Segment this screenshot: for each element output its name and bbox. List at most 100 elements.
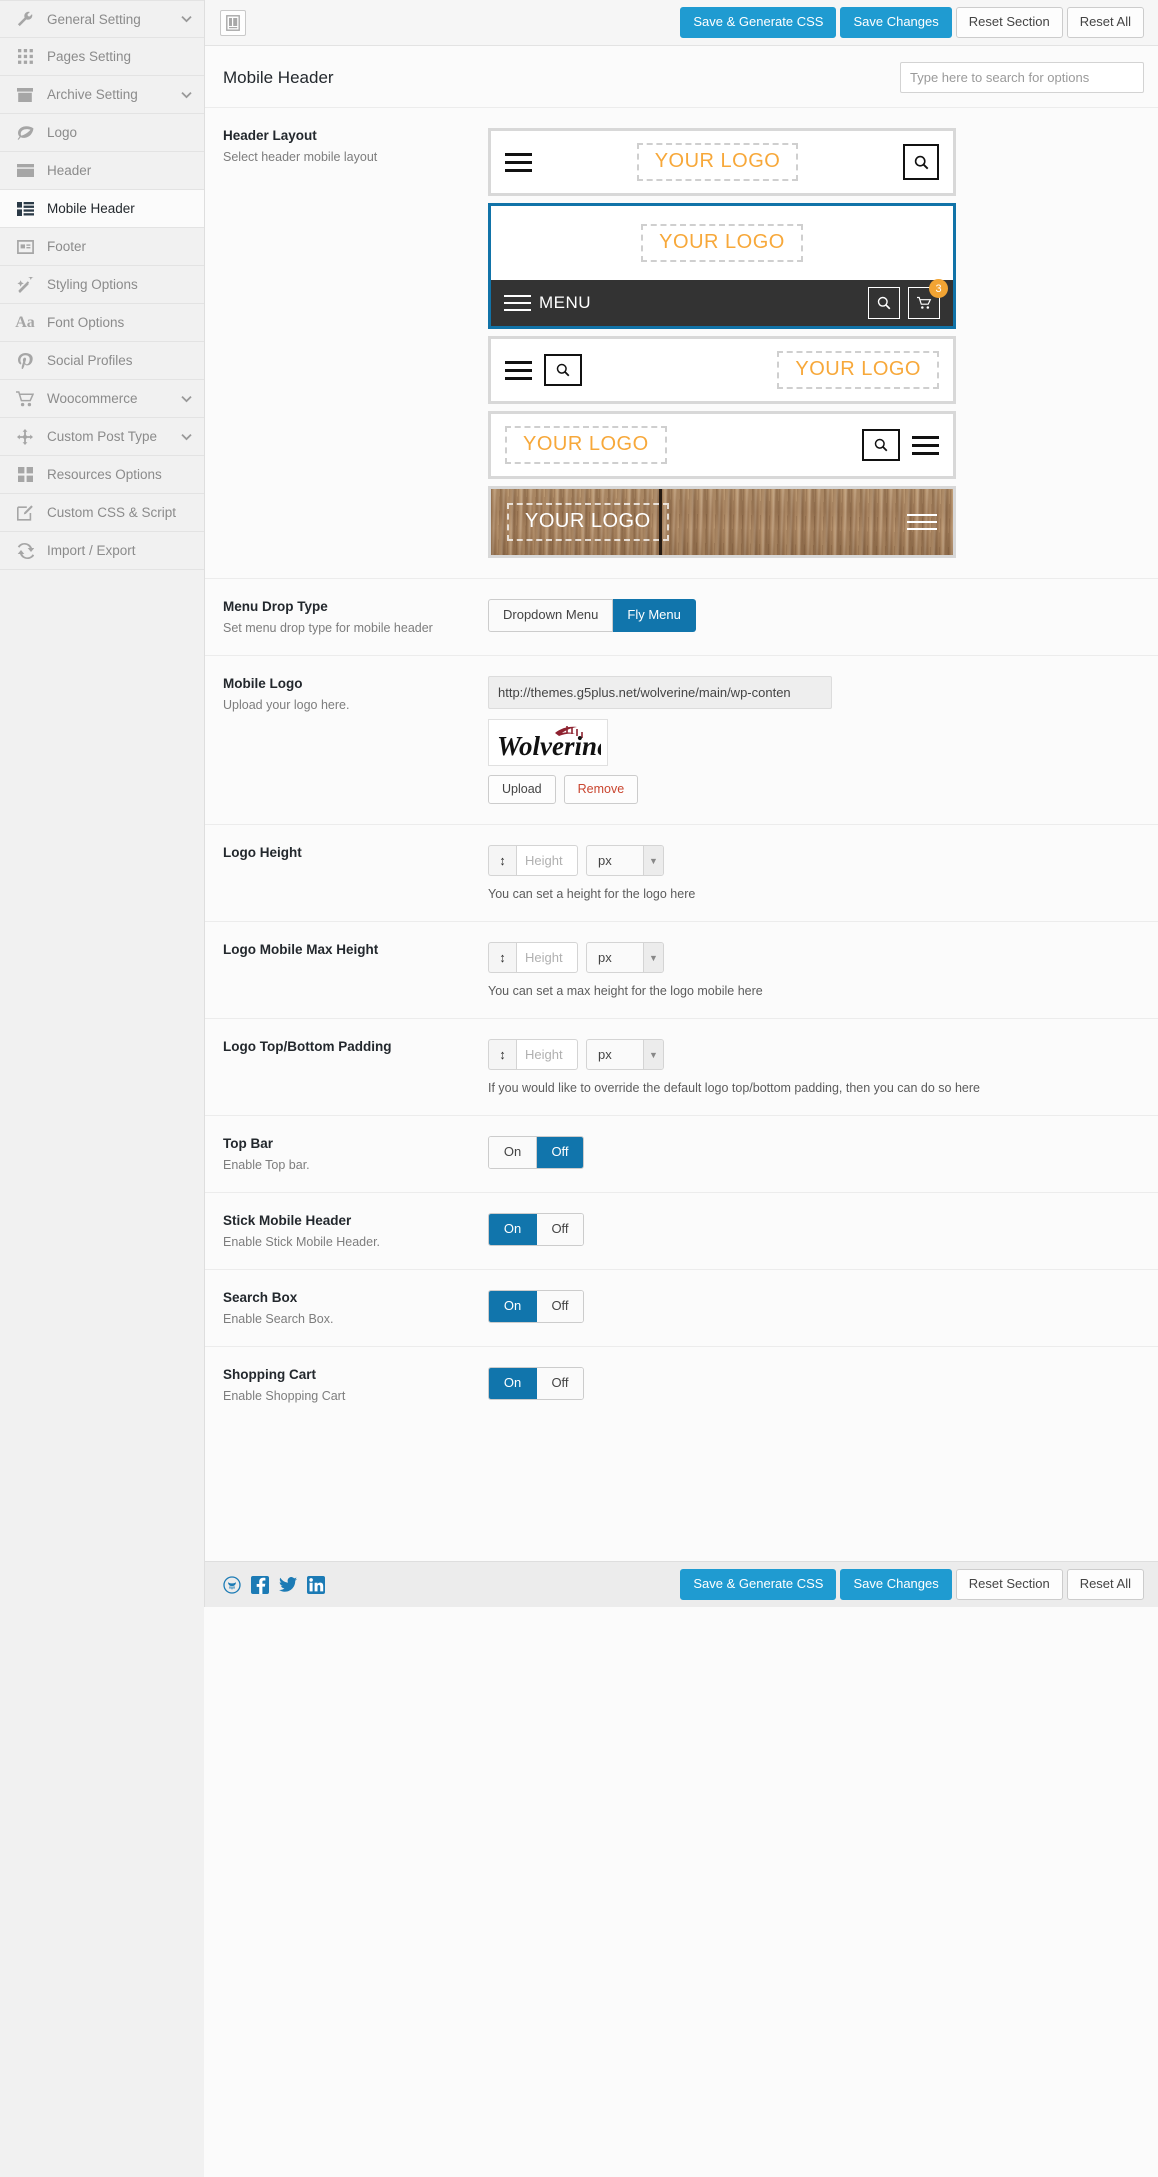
edit-pencil-icon xyxy=(14,504,36,521)
sidebar-item-label: Social Profiles xyxy=(47,353,133,368)
chevron-down-icon: ▼ xyxy=(643,846,663,875)
field-label-area: Stick Mobile Header Enable Stick Mobile … xyxy=(223,1213,488,1249)
field-title: Header Layout xyxy=(223,128,317,143)
toggle-off-option[interactable]: Off xyxy=(536,1368,583,1400)
header-layout-option-3[interactable]: YOUR LOGO xyxy=(488,336,956,404)
toggle-on-option[interactable]: On xyxy=(489,1368,536,1400)
main-panel: Save & Generate CSS Save Changes Reset S… xyxy=(205,0,1158,1607)
sidebar-item-footer[interactable]: Footer xyxy=(0,228,204,266)
header-layout-option-5[interactable]: YOUR LOGO xyxy=(488,486,956,558)
save-changes-button[interactable]: Save Changes xyxy=(840,7,952,38)
grid-dots-icon xyxy=(14,49,36,64)
toggle-off-option[interactable]: Off xyxy=(536,1291,583,1323)
height-arrow-icon: ↕ xyxy=(488,845,516,876)
field-top-bar: Top Bar Enable Top bar. On Off xyxy=(205,1116,1158,1193)
sidebar-item-custom-css-script[interactable]: Custom CSS & Script xyxy=(0,494,204,532)
reset-all-button[interactable]: Reset All xyxy=(1066,7,1144,38)
page-header: Mobile Header xyxy=(205,46,1158,108)
field-title: Menu Drop Type xyxy=(223,599,328,614)
field-title: Logo Height xyxy=(223,845,302,860)
logo-mobile-max-height-control: ↕ px ▼ xyxy=(488,942,1140,973)
chevron-down-icon xyxy=(180,15,192,23)
top-bar-toggle: On Off xyxy=(488,1136,584,1170)
hamburger-icon xyxy=(504,295,531,311)
sidebar-item-social-profiles[interactable]: Social Profiles xyxy=(0,342,204,380)
sidebar-item-import-export[interactable]: Import / Export xyxy=(0,532,204,570)
field-subtitle: Select header mobile layout xyxy=(223,150,378,164)
sidebar-item-custom-post-type[interactable]: Custom Post Type xyxy=(0,418,204,456)
height-arrow-icon: ↕ xyxy=(488,942,516,973)
footer-reset-all-button[interactable]: Reset All xyxy=(1066,1569,1144,1600)
upload-button[interactable]: Upload xyxy=(488,775,556,804)
sidebar-item-resources-options[interactable]: Resources Options xyxy=(0,456,204,494)
shopping-cart-toggle: On Off xyxy=(488,1367,584,1401)
field-label-area: Search Box Enable Search Box. xyxy=(223,1290,488,1326)
sidebar-item-pages-setting[interactable]: Pages Setting xyxy=(0,38,204,76)
mobile-logo-thumbnail: Wolverine xyxy=(488,719,608,766)
archive-box-icon xyxy=(14,87,36,102)
toggle-off-option[interactable]: Off xyxy=(536,1137,583,1169)
field-subtitle: Enable Stick Mobile Header. xyxy=(223,1235,381,1249)
footer-save-generate-css-button[interactable]: Save & Generate CSS xyxy=(680,1569,837,1600)
logo-padding-input[interactable] xyxy=(516,1039,578,1070)
field-search-box: Search Box Enable Search Box. On Off xyxy=(205,1270,1158,1347)
sidebar-item-label: General Setting xyxy=(47,11,141,27)
sidebar-item-label: Import / Export xyxy=(47,543,136,558)
field-subtitle: Upload your logo here. xyxy=(223,698,350,712)
mobile-logo-url-input[interactable]: http://themes.g5plus.net/wolverine/main/… xyxy=(488,676,832,709)
shopping-cart-icon xyxy=(14,390,36,407)
linkedin-icon[interactable] xyxy=(307,1575,325,1594)
field-description: If you would like to override the defaul… xyxy=(488,1081,980,1095)
logo-padding-unit-select[interactable]: px ▼ xyxy=(586,1039,664,1070)
hamburger-icon xyxy=(505,360,532,380)
field-control-area: On Off xyxy=(488,1136,1140,1172)
sidebar-item-label: Woocommerce xyxy=(47,391,138,406)
dribbble-icon[interactable] xyxy=(223,1575,241,1594)
hamburger-icon xyxy=(912,435,939,455)
sidebar-item-mobile-header[interactable]: Mobile Header xyxy=(0,190,204,228)
pinterest-p-icon xyxy=(14,352,36,369)
field-label-area: Logo Height xyxy=(223,845,488,901)
logo-height-input[interactable] xyxy=(516,845,578,876)
search-input[interactable] xyxy=(900,62,1144,93)
layout-panel-icon[interactable] xyxy=(220,9,246,36)
dropdown-menu-option[interactable]: Dropdown Menu xyxy=(488,599,614,633)
header-layout-option-1[interactable]: YOUR LOGO xyxy=(488,128,956,196)
sidebar-item-label: Custom Post Type xyxy=(47,429,158,444)
toggle-on-option[interactable]: On xyxy=(489,1214,536,1246)
sidebar-item-header[interactable]: Header xyxy=(0,152,204,190)
logo-mobile-max-height-unit-select[interactable]: px ▼ xyxy=(586,942,664,973)
facebook-icon[interactable] xyxy=(251,1575,269,1594)
toggle-on-option[interactable]: On xyxy=(489,1291,536,1323)
header-layout-option-2[interactable]: YOUR LOGO MENU 3 xyxy=(488,203,956,329)
sidebar-item-logo[interactable]: Logo xyxy=(0,114,204,152)
field-title: Mobile Logo xyxy=(223,676,303,691)
logo-mobile-max-height-input[interactable] xyxy=(516,942,578,973)
footer-save-changes-button[interactable]: Save Changes xyxy=(840,1569,952,1600)
sidebar-item-label: Header xyxy=(47,163,92,178)
reset-section-button[interactable]: Reset Section xyxy=(955,7,1063,38)
toggle-off-option[interactable]: Off xyxy=(536,1214,583,1246)
remove-button[interactable]: Remove xyxy=(563,775,639,804)
sidebar-item-archive-setting[interactable]: Archive Setting xyxy=(0,76,204,114)
fly-menu-option[interactable]: Fly Menu xyxy=(613,599,696,633)
hamburger-icon xyxy=(505,152,532,172)
logo-height-unit-select[interactable]: px ▼ xyxy=(586,845,664,876)
twitter-icon[interactable] xyxy=(279,1576,297,1594)
field-subtitle: Set menu drop type for mobile header xyxy=(223,621,433,635)
toggle-on-option[interactable]: On xyxy=(489,1137,536,1169)
header-layout-option-4[interactable]: YOUR LOGO xyxy=(488,411,956,479)
unit-value: px xyxy=(598,853,612,868)
save-generate-css-button[interactable]: Save & Generate CSS xyxy=(680,7,837,38)
sidebar-filler xyxy=(0,570,204,2177)
sidebar-item-styling-options[interactable]: Styling Options xyxy=(0,266,204,304)
field-subtitle: Enable Top bar. xyxy=(223,1158,310,1172)
field-mobile-logo: Mobile Logo Upload your logo here. http:… xyxy=(205,656,1158,825)
layout-preview-row: YOUR LOGO xyxy=(491,206,953,280)
field-control-area: On Off xyxy=(488,1213,1140,1249)
sidebar-item-font-options[interactable]: Aa Font Options xyxy=(0,304,204,342)
sidebar-item-woocommerce[interactable]: Woocommerce xyxy=(0,380,204,418)
footer-reset-section-button[interactable]: Reset Section xyxy=(955,1569,1063,1600)
search-box-toggle: On Off xyxy=(488,1290,584,1324)
sidebar-item-general-setting[interactable]: General Setting xyxy=(0,0,204,38)
